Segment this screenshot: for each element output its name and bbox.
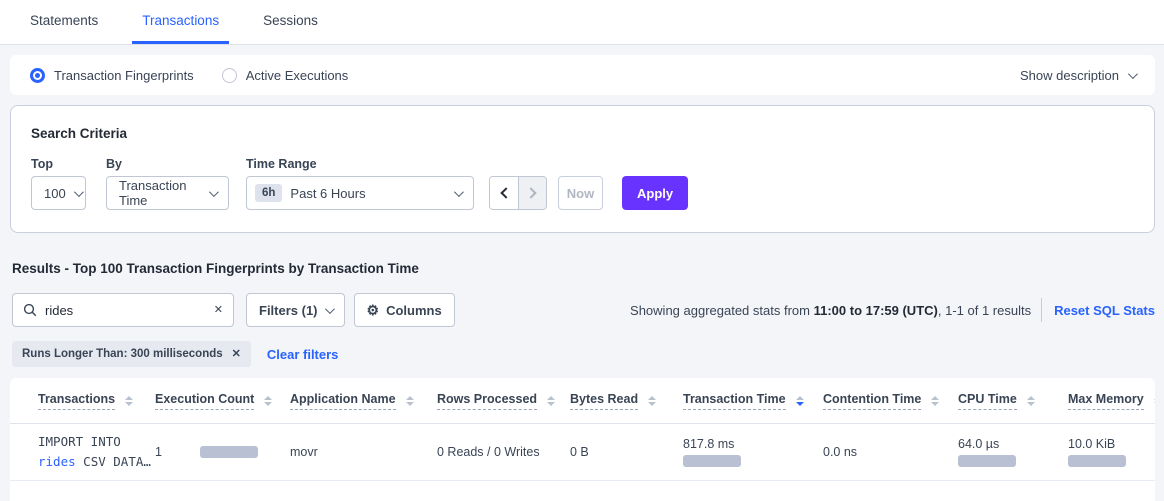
column-header-cpu-time: CPU Time (958, 392, 1068, 410)
column-header-contention-time: Contention Time (823, 392, 958, 410)
table-header-row: Transactions Execution Count Application… (10, 378, 1155, 424)
time-range-nav (489, 176, 547, 210)
sort-icon-active-desc[interactable] (796, 396, 804, 406)
radio-unselected-icon (222, 68, 237, 83)
sort-icon[interactable] (1027, 396, 1035, 406)
column-header-execution-count: Execution Count (155, 392, 290, 410)
results-toolbar: ✕ Filters (1) ⚙ Columns Showing aggregat… (12, 293, 1155, 327)
search-box: ✕ (12, 293, 234, 327)
tab-sessions[interactable]: Sessions (253, 0, 328, 44)
show-description-label: Show description (1020, 68, 1119, 83)
apply-button[interactable]: Apply (622, 176, 688, 210)
time-range-field: Time Range 6h Past 6 Hours (246, 157, 489, 210)
search-input[interactable] (45, 303, 206, 318)
chevron-down-icon (454, 187, 464, 197)
sort-icon[interactable] (547, 396, 555, 406)
column-header-application-name: Application Name (290, 392, 437, 410)
remove-filter-icon[interactable]: ✕ (232, 349, 241, 360)
chevron-right-icon (525, 187, 536, 198)
chevron-down-icon (1128, 69, 1138, 79)
radio-active-executions[interactable]: Active Executions (222, 68, 349, 83)
chevron-down-icon (74, 187, 84, 197)
top-select[interactable]: 100 (31, 176, 86, 210)
chevron-down-icon (324, 304, 334, 314)
view-toggle-panel: Transaction Fingerprints Active Executio… (10, 55, 1155, 95)
transactions-page: Statements Transactions Sessions Transac… (0, 0, 1164, 501)
filter-chip: Runs Longer Than: 300 milliseconds ✕ (12, 341, 251, 367)
by-select-value: Transaction Time (119, 178, 201, 208)
top-field: Top 100 (31, 157, 106, 210)
sort-icon[interactable] (1154, 396, 1155, 406)
sort-icon[interactable] (931, 396, 939, 406)
gear-icon: ⚙ (367, 303, 380, 317)
columns-button[interactable]: ⚙ Columns (354, 293, 455, 327)
value-bar (200, 446, 258, 458)
radio-transaction-fingerprints-label: Transaction Fingerprints (54, 68, 194, 83)
stats-time-range: 11:00 to 17:59 (UTC) (814, 303, 938, 318)
column-header-bytes-read: Bytes Read (570, 392, 683, 410)
filter-chip-label: Runs Longer Than: 300 milliseconds (22, 348, 223, 360)
chevron-left-icon (500, 187, 511, 198)
sort-icon[interactable] (406, 396, 414, 406)
by-field: By Transaction Time (106, 157, 246, 210)
bytes-read-cell: 0 B (570, 445, 683, 459)
transaction-time-cell: 817.8 ms (683, 437, 823, 467)
column-header-transaction-time: Transaction Time (683, 392, 823, 410)
top-label: Top (31, 157, 106, 171)
active-filters-row: Runs Longer Than: 300 milliseconds ✕ Cle… (12, 341, 1155, 367)
stats-area: Showing aggregated stats from 11:00 to 1… (630, 298, 1155, 322)
time-range-value: Past 6 Hours (290, 186, 365, 201)
contention-time-cell: 0.0 ns (823, 445, 958, 459)
filters-button-label: Filters (1) (259, 303, 318, 318)
application-name-cell: movr (290, 445, 437, 459)
transaction-fingerprint-cell[interactable]: IMPORT INTO rides CSV DATA… (38, 432, 155, 472)
time-range-select[interactable]: 6h Past 6 Hours (246, 176, 474, 210)
rows-processed-cell: 0 Reads / 0 Writes (437, 445, 570, 459)
table-row: IMPORT INTO rides CSV DATA… 1 movr 0 Rea… (10, 424, 1155, 481)
top-select-value: 100 (44, 186, 66, 201)
time-range-badge: 6h (255, 184, 282, 202)
radio-selected-icon (30, 68, 45, 83)
results-heading: Results - Top 100 Transaction Fingerprin… (12, 261, 1164, 276)
transaction-link[interactable]: rides (38, 454, 76, 469)
radio-active-executions-label: Active Executions (246, 68, 349, 83)
search-icon (23, 303, 37, 317)
vertical-divider (1041, 298, 1042, 322)
search-criteria-title: Search Criteria (31, 126, 1134, 141)
time-range-label: Time Range (246, 157, 489, 171)
execution-count-cell: 1 (155, 445, 290, 459)
clear-filters-link[interactable]: Clear filters (267, 347, 339, 362)
value-bar (958, 455, 1016, 467)
aggregated-stats-text: Showing aggregated stats from 11:00 to 1… (630, 303, 1031, 318)
search-criteria-panel: Search Criteria Top 100 By Transaction T… (10, 105, 1155, 233)
sort-icon[interactable] (648, 396, 656, 406)
search-criteria-controls: Top 100 By Transaction Time Time Range 6… (31, 157, 1134, 210)
sort-icon[interactable] (125, 396, 133, 406)
view-toggle-group: Transaction Fingerprints Active Executio… (30, 68, 348, 83)
columns-button-label: Columns (386, 303, 442, 318)
filters-button[interactable]: Filters (1) (246, 293, 345, 327)
next-time-range-button[interactable] (518, 177, 546, 209)
previous-time-range-button[interactable] (490, 177, 518, 209)
column-header-rows-processed: Rows Processed (437, 392, 570, 410)
tab-statements[interactable]: Statements (20, 0, 108, 44)
max-memory-cell: 10.0 KiB (1068, 437, 1155, 467)
clear-search-icon[interactable]: ✕ (214, 305, 223, 316)
radio-transaction-fingerprints[interactable]: Transaction Fingerprints (30, 68, 194, 83)
results-table: Transactions Execution Count Application… (10, 378, 1155, 501)
show-description-toggle[interactable]: Show description (1020, 68, 1135, 83)
value-bar (1068, 455, 1126, 467)
value-bar (683, 455, 741, 467)
by-label: By (106, 157, 246, 171)
tab-transactions[interactable]: Transactions (132, 0, 229, 44)
by-select[interactable]: Transaction Time (106, 176, 229, 210)
top-tab-bar: Statements Transactions Sessions (0, 0, 1164, 45)
now-button[interactable]: Now (558, 176, 603, 210)
sort-icon[interactable] (264, 396, 272, 406)
column-header-transactions: Transactions (38, 392, 155, 410)
cpu-time-cell: 64.0 µs (958, 437, 1068, 467)
chevron-down-icon (209, 187, 219, 197)
column-header-max-memory: Max Memory (1068, 392, 1155, 410)
reset-sql-stats-link[interactable]: Reset SQL Stats (1054, 303, 1155, 318)
